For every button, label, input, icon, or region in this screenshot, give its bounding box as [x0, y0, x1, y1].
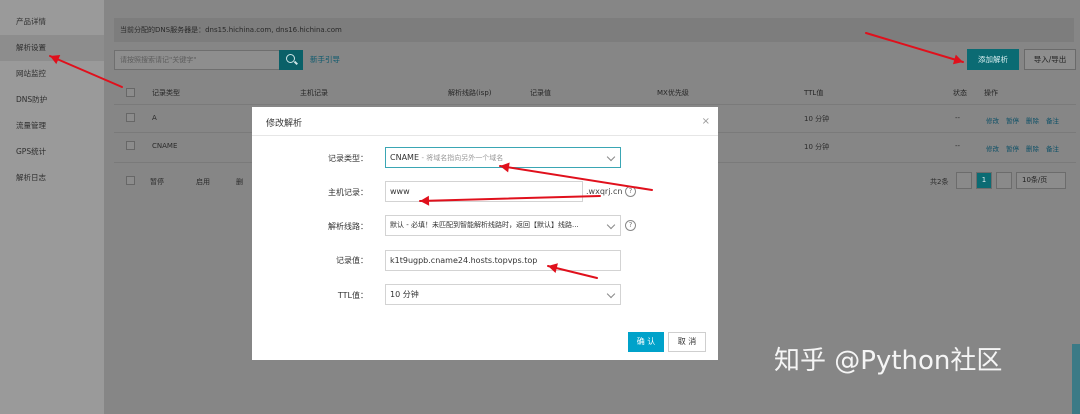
footer-checkbox[interactable]	[126, 176, 135, 185]
record-type-select[interactable]: CNAME - 将域名指向另外一个域名	[385, 147, 621, 168]
line-label: 解析线路：	[328, 222, 368, 231]
dns-server-info: 当前分配的DNS服务器是：dns15.hichina.com, dns16.hi…	[114, 18, 1074, 42]
help-icon[interactable]: ?	[625, 186, 636, 197]
cell-record-type: CNAME	[152, 142, 178, 150]
dialog-divider	[252, 135, 718, 136]
table-divider	[114, 104, 1076, 105]
cell-status: --	[955, 142, 961, 150]
select-all-checkbox[interactable]	[126, 88, 135, 97]
row-checkbox[interactable]	[126, 113, 135, 122]
bulk-pause-button[interactable]: 暂停	[150, 177, 164, 187]
col-header-record-type: 记录类型	[152, 89, 180, 97]
sidebar-item-product-details[interactable]: 产品详情	[0, 9, 104, 35]
guide-link[interactable]: 新手引导	[310, 54, 340, 65]
ttl-select[interactable]: 10 分钟	[385, 284, 621, 305]
cell-ttl: 10 分钟	[804, 143, 830, 151]
next-page-button[interactable]	[996, 172, 1012, 189]
record-type-hint: - 将域名指向另外一个域名	[421, 154, 504, 162]
domain-suffix: .wxqrj.cn	[586, 187, 623, 196]
ttl-label: TTL值：	[337, 291, 368, 300]
cell-ttl: 10 分钟	[804, 115, 830, 123]
col-header-mx: MX优先级	[657, 89, 689, 97]
page-number[interactable]: 1	[976, 172, 992, 189]
chevron-down-icon	[606, 289, 616, 299]
col-header-actions: 操作	[984, 89, 998, 97]
action-remark[interactable]: 备注	[1046, 143, 1059, 153]
row-checkbox[interactable]	[126, 141, 135, 150]
sidebar-item-site-monitor[interactable]: 网站监控	[0, 61, 104, 87]
sidebar-item-dns-settings[interactable]: 解析设置	[0, 35, 104, 61]
line-select[interactable]: 默认 - 必填！未匹配到智能解析线路时，返回【默认】线路...	[385, 215, 621, 236]
cell-record-type: A	[152, 114, 157, 122]
chevron-down-icon	[606, 152, 616, 162]
action-edit[interactable]: 修改	[986, 143, 999, 153]
side-tab	[1072, 344, 1080, 414]
col-header-value: 记录值	[530, 89, 551, 97]
line-value: 默认 - 必填！未匹配到智能解析线路时，返回【默认】线路...	[390, 221, 579, 229]
import-export-button[interactable]: 导入/导出	[1024, 49, 1076, 70]
host-input[interactable]: www	[385, 181, 583, 202]
page-size-select[interactable]: 10条/页	[1016, 172, 1066, 189]
col-header-status: 状态	[953, 89, 967, 97]
dialog-title: 修改解析	[266, 119, 303, 129]
help-icon[interactable]: ?	[625, 220, 636, 231]
prev-page-button[interactable]	[956, 172, 972, 189]
action-delete[interactable]: 删除	[1026, 143, 1039, 153]
sidebar-item-dns-protection[interactable]: DNS防护	[0, 87, 104, 113]
record-value-input[interactable]: k1t9ugpb.cname24.hosts.topvps.top	[385, 250, 621, 271]
col-header-ttl: TTL值	[804, 89, 824, 97]
cancel-button[interactable]: 取 消	[668, 332, 706, 352]
bulk-delete-button[interactable]: 删	[236, 177, 243, 187]
bulk-enable-button[interactable]: 启用	[196, 177, 210, 187]
close-icon[interactable]: ×	[702, 116, 710, 127]
action-pause[interactable]: 暂停	[1006, 115, 1019, 125]
col-header-host: 主机记录	[300, 89, 328, 97]
search-input[interactable]: 请按照搜索请记"关键字"	[114, 50, 280, 70]
ttl-value: 10 分钟	[390, 290, 419, 299]
add-record-button[interactable]: 添加解析	[967, 49, 1019, 70]
host-label: 主机记录：	[328, 188, 368, 197]
action-remark[interactable]: 备注	[1046, 115, 1059, 125]
cell-status: --	[955, 114, 961, 122]
action-delete[interactable]: 删除	[1026, 115, 1039, 125]
confirm-button[interactable]: 确 认	[628, 332, 664, 352]
record-value-label: 记录值：	[336, 256, 368, 265]
record-type-value: CNAME	[390, 153, 419, 162]
action-pause[interactable]: 暂停	[1006, 143, 1019, 153]
search-icon	[286, 54, 295, 63]
record-type-label: 记录类型：	[328, 154, 368, 163]
sidebar-item-traffic[interactable]: 流量管理	[0, 113, 104, 139]
sidebar-item-gps-stats[interactable]: GPS统计	[0, 139, 104, 165]
action-edit[interactable]: 修改	[986, 115, 999, 125]
total-count: 共2条	[930, 178, 949, 186]
col-header-line: 解析线路(isp)	[448, 89, 492, 97]
sidebar-item-dns-log[interactable]: 解析日志	[0, 165, 104, 191]
chevron-down-icon	[606, 220, 616, 230]
edit-record-dialog: 修改解析 × 记录类型： CNAME - 将域名指向另外一个域名 主机记录： w…	[252, 107, 718, 360]
sidebar: 产品详情 解析设置 网站监控 DNS防护 流量管理 GPS统计 解析日志	[0, 0, 104, 414]
watermark: 知乎 @Python社区	[774, 346, 1003, 376]
search-button[interactable]	[279, 50, 303, 70]
